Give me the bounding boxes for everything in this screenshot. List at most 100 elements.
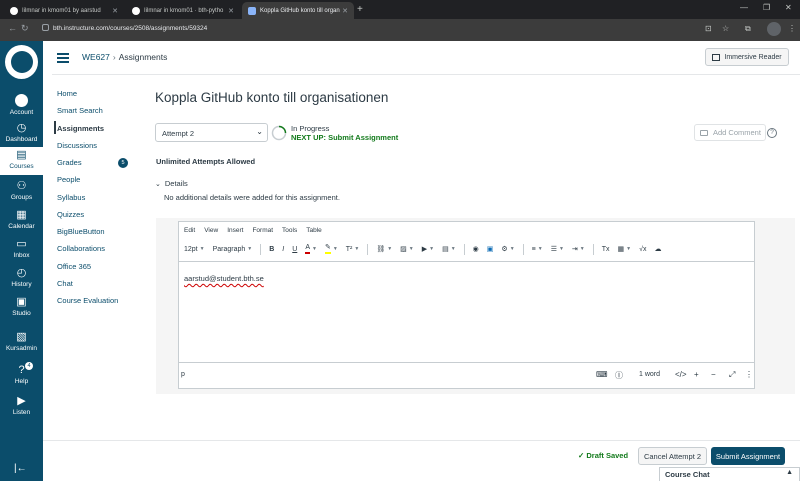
- keyboard-icon[interactable]: ⌨: [596, 370, 608, 379]
- menu-icon[interactable]: ⋮: [788, 24, 796, 33]
- underline-icon[interactable]: U: [292, 246, 297, 253]
- document-button[interactable]: ▤ ▼: [442, 245, 456, 253]
- extensions-icon[interactable]: ⧉: [745, 24, 751, 34]
- apps-icon[interactable]: ◉: [473, 245, 479, 253]
- global-nav-calendar[interactable]: ▦ Calendar: [0, 209, 43, 230]
- align-button[interactable]: ≡ ▼: [532, 246, 543, 253]
- menu-edit[interactable]: Edit: [184, 227, 195, 234]
- course-nav-home[interactable]: Home: [57, 89, 77, 98]
- browser-tab-2[interactable]: Iilmnar in kmom01 · bth-pytho ✕: [126, 2, 240, 19]
- bold-icon[interactable]: B: [269, 246, 274, 253]
- close-icon[interactable]: ✕: [228, 7, 234, 15]
- maximize-icon[interactable]: ❐: [763, 3, 770, 12]
- institution-logo[interactable]: [3, 43, 40, 81]
- clear-format-icon[interactable]: Tx: [602, 246, 610, 253]
- nav-label: History: [11, 281, 32, 288]
- menu-tools[interactable]: Tools: [282, 227, 297, 234]
- global-nav-help[interactable]: ? 4 Help: [0, 362, 43, 385]
- course-chat-panel[interactable]: Course Chat ▲: [659, 467, 800, 481]
- course-nav-syllabus[interactable]: Syllabus: [57, 193, 85, 202]
- global-nav-inbox[interactable]: ▭ Inbox: [0, 238, 43, 259]
- course-nav-course-evaluation[interactable]: Course Evaluation: [57, 296, 118, 305]
- course-nav-collaborations[interactable]: Collaborations: [57, 244, 105, 253]
- link-button[interactable]: ⛓ ▼: [376, 245, 392, 253]
- course-nav-people[interactable]: People: [57, 175, 80, 184]
- global-nav-listen[interactable]: ▶ Listen: [0, 395, 43, 416]
- equation-icon[interactable]: √x: [639, 246, 646, 253]
- profile-avatar[interactable]: [767, 22, 781, 36]
- accessibility-icon[interactable]: Ⓘ: [615, 370, 623, 381]
- reload-icon[interactable]: ↻: [21, 23, 29, 34]
- course-nav-grades[interactable]: Grades: [57, 158, 82, 167]
- menu-view[interactable]: View: [204, 227, 218, 234]
- zoom-in-icon[interactable]: +: [694, 370, 699, 379]
- tab-label: Iilmnar in kmom01 by aarstud: [22, 7, 101, 14]
- global-nav-studio[interactable]: ▣ Studio: [0, 296, 43, 317]
- close-icon[interactable]: ✕: [342, 7, 348, 15]
- resize-handle-icon[interactable]: ⋮: [745, 370, 753, 379]
- nav-label: Listen: [12, 409, 31, 416]
- bookmark-icon[interactable]: ☆: [722, 24, 729, 33]
- close-window-icon[interactable]: ✕: [785, 3, 792, 12]
- font-size-select[interactable]: 12pt ▼: [184, 246, 205, 253]
- table-button[interactable]: ▦ ▼: [618, 245, 632, 253]
- add-comment-button[interactable]: Add Comment: [694, 124, 766, 141]
- italic-icon[interactable]: I: [282, 246, 284, 253]
- help-circle-icon[interactable]: ?: [767, 128, 777, 138]
- html-editor-icon[interactable]: </>: [675, 370, 687, 379]
- global-nav-account[interactable]: Account: [0, 94, 43, 116]
- embed-icon[interactable]: ☁: [654, 245, 661, 253]
- chevron-up-icon[interactable]: ▲: [786, 469, 793, 476]
- highlight-button[interactable]: ✎ ▼: [324, 244, 338, 254]
- new-tab-button[interactable]: +: [357, 4, 363, 15]
- global-nav-groups[interactable]: ⚇ Groups: [0, 180, 43, 201]
- global-nav-kursadmin[interactable]: ▧ Kursadmin: [0, 331, 43, 352]
- global-nav-dashboard[interactable]: ◷ Dashboard: [0, 122, 43, 143]
- immersive-reader-button[interactable]: Immersive Reader: [705, 48, 789, 66]
- nav-label: Courses: [9, 163, 34, 170]
- image-button[interactable]: ▨ ▼: [400, 245, 414, 253]
- text-color-button[interactable]: A ▼: [305, 244, 317, 254]
- indent-button[interactable]: ⇥ ▼: [572, 245, 585, 253]
- studio-embed-icon[interactable]: ▣: [487, 245, 494, 253]
- course-nav-chat[interactable]: Chat: [57, 279, 73, 288]
- browser-tab-active[interactable]: Koppla GitHub konto till organ ✕: [242, 2, 354, 19]
- grades-badge: 5: [118, 158, 128, 168]
- attempt-status: In Progress: [291, 124, 330, 133]
- block-format-select[interactable]: Paragraph ▼: [213, 246, 253, 253]
- global-nav-courses[interactable]: ▤ Courses: [0, 147, 43, 175]
- submit-assignment-button[interactable]: Submit Assignment: [711, 447, 785, 465]
- course-nav-smart-search[interactable]: Smart Search: [57, 106, 103, 115]
- zoom-out-icon[interactable]: −: [711, 370, 716, 379]
- list-button[interactable]: ☰ ▼: [551, 245, 564, 253]
- menu-toggle-icon[interactable]: [57, 53, 69, 65]
- collapse-nav-icon[interactable]: |←: [14, 463, 27, 474]
- fullscreen-icon[interactable]: ⤢: [729, 370, 735, 380]
- cancel-attempt-button[interactable]: Cancel Attempt 2: [638, 447, 707, 465]
- superscript-button[interactable]: T² ▼: [346, 246, 360, 253]
- course-nav-bigbluebutton[interactable]: BigBlueButton: [57, 227, 105, 236]
- course-nav-office-365[interactable]: Office 365: [57, 262, 91, 271]
- breadcrumb-course-link[interactable]: WE627: [82, 52, 110, 62]
- word-count[interactable]: 1 word: [639, 371, 660, 378]
- global-nav-history[interactable]: ◴ History: [0, 267, 43, 288]
- nav-label: Account: [9, 109, 34, 116]
- plugin-button[interactable]: ⚙ ▼: [501, 245, 514, 253]
- attempt-select[interactable]: Attempt 2 ⌄: [155, 123, 268, 142]
- url-field[interactable]: bth.instructure.com/courses/2508/assignm…: [42, 24, 207, 32]
- editor-content-area[interactable]: aarstud@student.bth.se: [179, 261, 754, 363]
- site-info-icon[interactable]: [42, 24, 49, 31]
- menu-format[interactable]: Format: [252, 227, 273, 234]
- course-nav-assignments[interactable]: Assignments: [57, 124, 104, 133]
- menu-table[interactable]: Table: [306, 227, 322, 234]
- course-nav-discussions[interactable]: Discussions: [57, 141, 97, 150]
- minimize-icon[interactable]: —: [740, 3, 748, 12]
- close-icon[interactable]: ✕: [112, 7, 118, 15]
- install-icon[interactable]: ⊡: [705, 24, 712, 33]
- browser-tab-1[interactable]: Iilmnar in kmom01 by aarstud ✕: [4, 2, 124, 19]
- course-nav-quizzes[interactable]: Quizzes: [57, 210, 84, 219]
- details-toggle[interactable]: ⌄ Details: [155, 179, 188, 188]
- back-icon[interactable]: ←: [8, 23, 17, 33]
- media-button[interactable]: ▶ ▼: [422, 245, 434, 253]
- menu-insert[interactable]: Insert: [227, 227, 243, 234]
